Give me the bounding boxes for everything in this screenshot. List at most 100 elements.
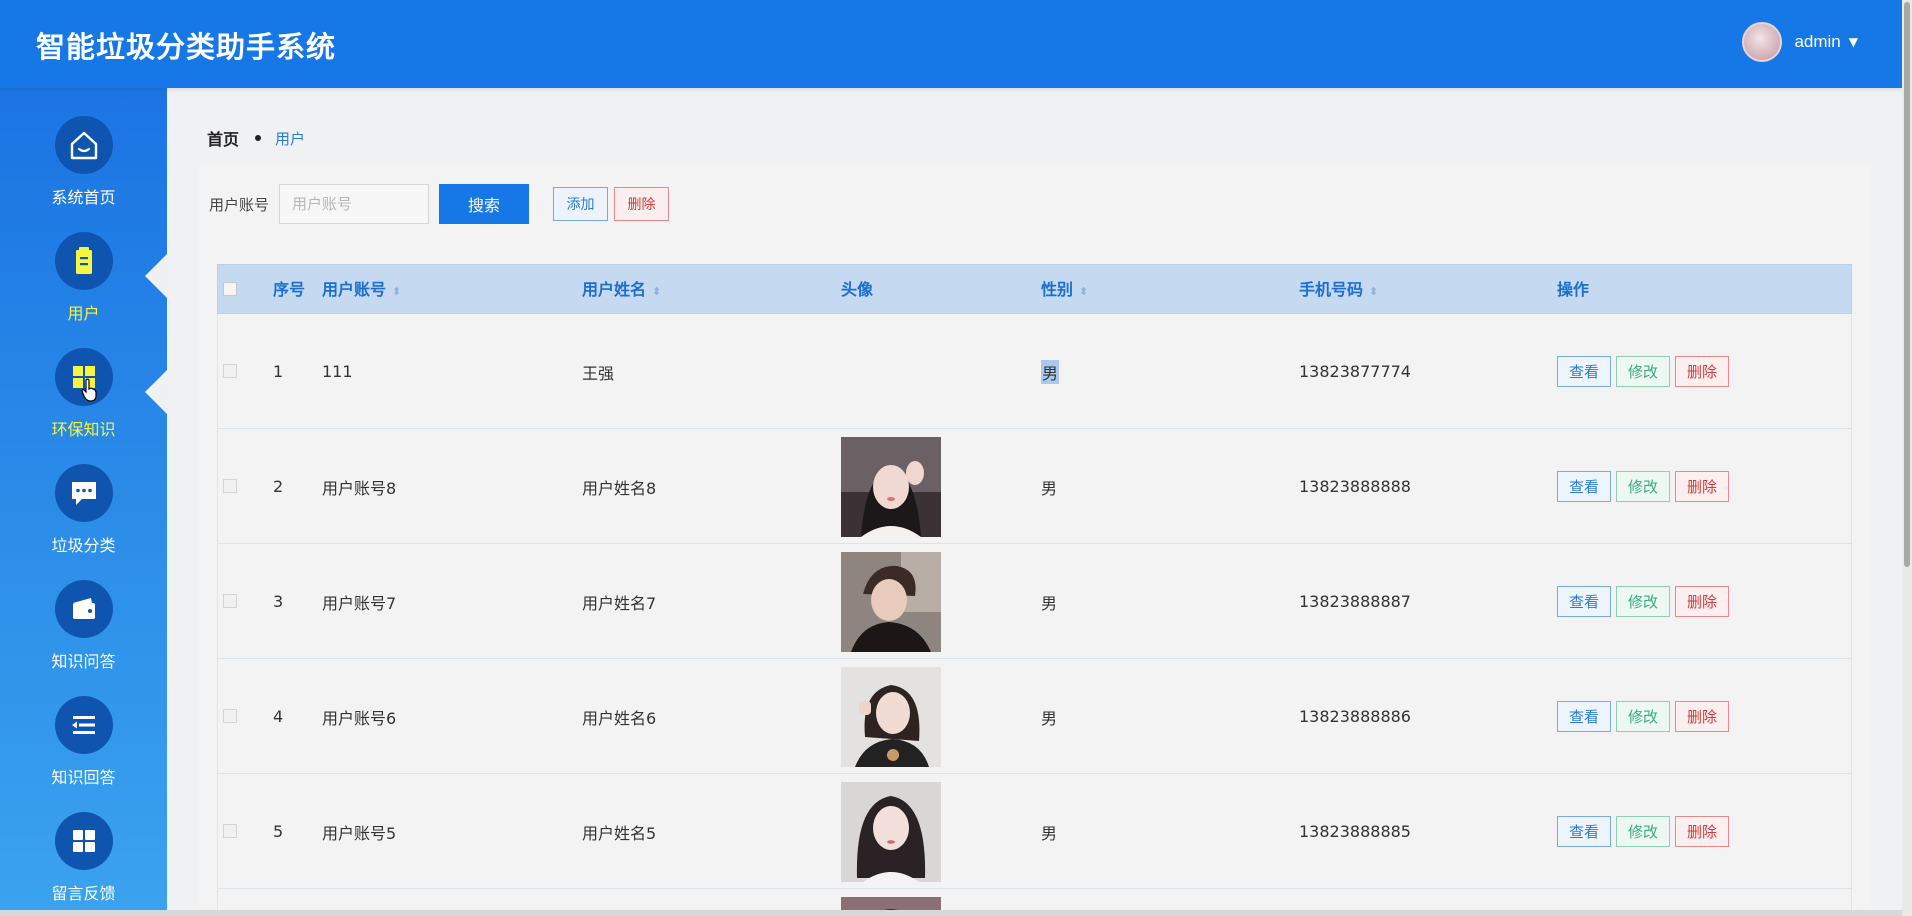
- cell-index: 2: [273, 477, 284, 496]
- bottom-edge: [0, 910, 1902, 916]
- header-gender-label: 性别: [1041, 280, 1074, 299]
- cell-actions: 查看 修改 删除: [1557, 774, 1734, 889]
- cell-avatar: [841, 659, 941, 774]
- user-avatar-photo[interactable]: [841, 666, 941, 767]
- user-avatar-photo[interactable]: [841, 781, 941, 882]
- sidebar-item-label: 环保知识: [51, 420, 116, 439]
- cell-account: 用户账号7: [322, 593, 397, 613]
- home-icon: [54, 116, 113, 174]
- sidebar-item-eco-knowledge[interactable]: 环保知识: [0, 348, 167, 458]
- user-avatar[interactable]: [1742, 22, 1783, 62]
- sidebar-item-users[interactable]: 用户: [0, 232, 167, 342]
- cell-gender: 男: [1041, 708, 1058, 728]
- select-all-checkbox[interactable]: [223, 282, 237, 296]
- cell-name: 用户姓名5: [582, 823, 657, 843]
- view-button[interactable]: 查看: [1557, 701, 1611, 732]
- cell-account: 111: [322, 362, 353, 381]
- header-phone-label: 手机号码: [1299, 280, 1364, 299]
- view-button[interactable]: 查看: [1557, 816, 1611, 847]
- header-phone[interactable]: 手机号码 ⬍: [1299, 265, 1378, 315]
- edit-button[interactable]: 修改: [1616, 816, 1670, 847]
- row-checkbox[interactable]: [223, 594, 237, 608]
- add-button[interactable]: 添加: [553, 187, 609, 221]
- main-content: 首页 用户 用户账号 搜索 添加 删除 序号 用户账号 ⬍ 用户姓名 ⬍ 头像 性别…: [167, 88, 1902, 916]
- batch-delete-button[interactable]: 删除: [614, 187, 670, 221]
- header-name[interactable]: 用户姓名 ⬍: [582, 265, 661, 315]
- clipboard-icon: [54, 232, 113, 290]
- sidebar-item-knowledge-qa[interactable]: 知识问答: [0, 580, 167, 690]
- scrollbar-thumb[interactable]: [1904, 2, 1910, 567]
- cell-avatar: [841, 544, 941, 659]
- cell-name: 用户姓名8: [582, 478, 657, 498]
- sidebar-item-label: 知识问答: [51, 652, 116, 671]
- apps-icon: [54, 812, 113, 870]
- delete-button[interactable]: 删除: [1675, 816, 1729, 847]
- sort-icon[interactable]: ⬍: [652, 285, 661, 298]
- hover-indicator: [145, 370, 167, 414]
- view-button[interactable]: 查看: [1557, 471, 1611, 502]
- sidebar-item-feedback[interactable]: 留言反馈: [0, 812, 167, 916]
- row-checkbox[interactable]: [223, 824, 237, 838]
- sidebar-item-home[interactable]: 系统首页: [0, 116, 167, 226]
- delete-button[interactable]: 删除: [1675, 701, 1729, 732]
- list-icon: [54, 696, 113, 754]
- hand-cursor-icon: [81, 378, 97, 402]
- user-avatar-photo[interactable]: [841, 436, 941, 537]
- caret-down-icon[interactable]: ▼: [1849, 35, 1858, 49]
- table-row: 4 用户账号6 用户姓名6 男 13823888886 查看 修改 删除: [217, 659, 1852, 774]
- top-header: 智能垃圾分类助手系统 admin ▼: [0, 0, 1902, 88]
- cell-phone: 13823888886: [1299, 707, 1411, 726]
- sidebar-item-label: 垃圾分类: [51, 536, 116, 555]
- sort-icon[interactable]: ⬍: [1079, 285, 1088, 298]
- cell-actions: 查看 修改 删除: [1557, 429, 1734, 544]
- sort-icon[interactable]: ⬍: [392, 285, 401, 298]
- cell-gender: 男: [1041, 314, 1060, 429]
- delete-button[interactable]: 删除: [1675, 356, 1729, 387]
- vertical-scrollbar[interactable]: [1902, 0, 1912, 916]
- delete-button[interactable]: 删除: [1675, 471, 1729, 502]
- cell-phone: 13823888885: [1299, 822, 1411, 841]
- header-account[interactable]: 用户账号 ⬍: [322, 265, 401, 315]
- account-search-input[interactable]: [279, 184, 430, 224]
- cell-index: 1: [273, 362, 284, 381]
- sidebar-item-knowledge-answer[interactable]: 知识回答: [0, 696, 167, 806]
- delete-button[interactable]: 删除: [1675, 586, 1729, 617]
- cell-phone: 13823888887: [1299, 592, 1411, 611]
- search-button[interactable]: 搜索: [439, 184, 530, 224]
- breadcrumb-home[interactable]: 首页: [207, 126, 239, 150]
- edit-button[interactable]: 修改: [1616, 701, 1670, 732]
- table-row: 3 用户账号7 用户姓名7 男 13823888887 查看 修改 删除: [217, 544, 1852, 659]
- active-indicator: [145, 254, 167, 298]
- sidebar: 系统首页 用户 环保知识 垃圾分类 知识问答 知识回答 留言反馈: [0, 88, 167, 916]
- cell-gender: 男: [1041, 823, 1058, 843]
- breadcrumb: 首页 用户: [207, 126, 305, 150]
- row-checkbox[interactable]: [223, 709, 237, 723]
- row-checkbox[interactable]: [223, 479, 237, 493]
- header-avatar: 头像: [841, 280, 874, 299]
- cell-avatar: [841, 429, 941, 544]
- app-title: 智能垃圾分类助手系统: [36, 30, 337, 64]
- edit-button[interactable]: 修改: [1616, 586, 1670, 617]
- edit-button[interactable]: 修改: [1616, 471, 1670, 502]
- header-gender[interactable]: 性别 ⬍: [1041, 265, 1088, 315]
- cell-phone: 13823888888: [1299, 477, 1411, 496]
- user-table: 序号 用户账号 ⬍ 用户姓名 ⬍ 头像 性别 ⬍ 手机号码 ⬍ 操作 1 111 王强 …: [217, 264, 1852, 916]
- sort-icon[interactable]: ⬍: [1369, 285, 1378, 298]
- view-button[interactable]: 查看: [1557, 356, 1611, 387]
- breadcrumb-separator: [255, 135, 262, 141]
- edit-button[interactable]: 修改: [1616, 356, 1670, 387]
- sidebar-item-garbage-sorting[interactable]: 垃圾分类: [0, 464, 167, 574]
- cell-name: 用户姓名6: [582, 708, 657, 728]
- view-button[interactable]: 查看: [1557, 586, 1611, 617]
- sidebar-item-label: 系统首页: [51, 188, 116, 207]
- user-name[interactable]: admin: [1794, 32, 1840, 52]
- row-checkbox[interactable]: [223, 364, 237, 378]
- table-row: 5 用户账号5 用户姓名5 男 13823888885 查看 修改 删除: [217, 774, 1852, 889]
- user-avatar-photo[interactable]: [841, 551, 941, 652]
- wallet-icon: [54, 580, 113, 638]
- cell-actions: 查看 修改 删除: [1557, 314, 1734, 429]
- cell-avatar: [841, 774, 941, 889]
- cell-gender: 男: [1041, 478, 1058, 498]
- user-menu[interactable]: admin ▼: [1742, 22, 1858, 62]
- header-index: 序号: [273, 280, 306, 299]
